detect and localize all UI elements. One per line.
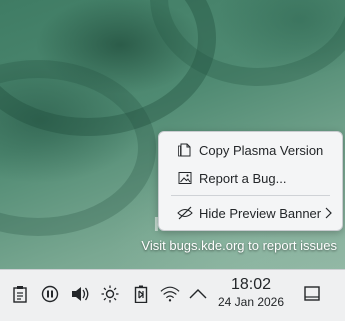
copy-document-icon [177,142,193,158]
wifi-icon[interactable] [160,284,180,304]
menu-item-copy-plasma-version[interactable]: Copy Plasma Version [163,137,338,163]
show-desktop-icon[interactable] [302,284,322,304]
brightness-icon[interactable] [100,284,120,304]
bottom-panel: 18:02 24 Jan 2026 [0,269,345,321]
battery-icon[interactable] [131,284,151,304]
volume-icon[interactable] [70,284,90,304]
menu-item-report-bug[interactable]: Report a Bug... [163,165,338,191]
menu-item-label: Hide Preview Banner [199,205,322,221]
menu-item-label: Copy Plasma Version [199,142,324,158]
desktop: KDE Plasma 6 Beta Visit bugs.kde.org to … [0,0,345,321]
chevron-right-icon [324,207,332,222]
hide-eye-icon [177,205,193,221]
digital-clock[interactable]: 18:02 24 Jan 2026 [214,276,288,310]
media-pause-icon[interactable] [40,284,60,304]
clock-date: 24 Jan 2026 [217,295,285,309]
clock-time: 18:02 [230,276,272,293]
clipboard-icon[interactable] [10,284,30,304]
tray-expand-arrow-icon[interactable] [188,284,208,304]
preview-banner-subtitle: Visit bugs.kde.org to report issues [141,238,337,253]
context-menu: Copy Plasma Version Report a Bug... Hide… [158,131,343,231]
menu-item-hide-preview-banner[interactable]: Hide Preview Banner [163,200,338,226]
menu-item-label: Report a Bug... [199,170,287,186]
image-bug-icon [177,170,193,186]
menu-separator [171,195,330,196]
